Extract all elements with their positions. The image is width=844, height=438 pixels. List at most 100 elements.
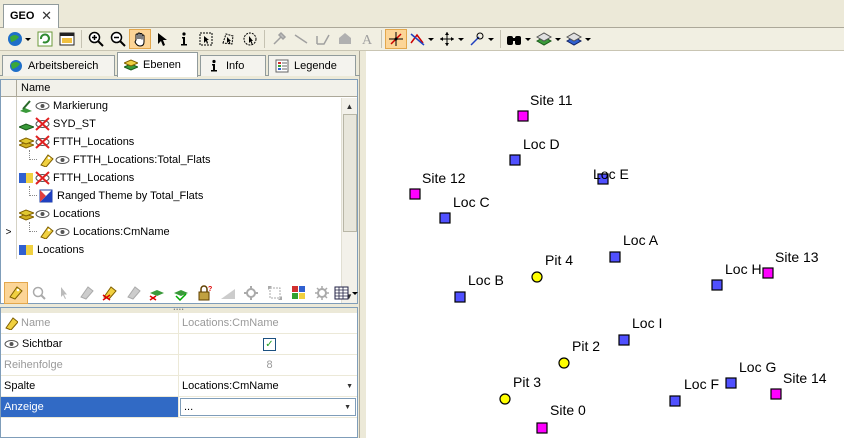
layer-list-scrollbar[interactable]: ▲ ▼ (341, 98, 357, 303)
hidden-layer-icon[interactable] (35, 171, 50, 185)
select-arrow-icon[interactable] (151, 29, 173, 49)
hidden-layer-icon[interactable] (35, 117, 50, 131)
layer-properties-icon[interactable] (564, 29, 594, 49)
node-edit-icon[interactable] (467, 29, 497, 49)
doc-tab-geo[interactable]: GEO ✕ (3, 4, 59, 28)
close-tab-icon[interactable]: ✕ (41, 8, 52, 24)
layer-row[interactable]: Locations (1, 241, 357, 259)
loc-marker[interactable] (711, 279, 723, 291)
layer-name: Locations (53, 208, 101, 220)
loc-marker[interactable] (669, 395, 681, 407)
loc-marker[interactable] (454, 291, 466, 303)
loc-marker[interactable] (725, 377, 737, 389)
visible-checkbox[interactable]: ✓ (263, 337, 276, 351)
layer-style-icon[interactable] (534, 29, 564, 49)
site-marker[interactable] (762, 267, 774, 279)
loc-marker[interactable] (509, 154, 521, 166)
pit-marker[interactable] (558, 357, 570, 369)
property-row-name[interactable]: Name Locations:CmName (1, 313, 357, 334)
table-dropdown-icon[interactable] (334, 282, 358, 304)
site-marker[interactable] (409, 188, 421, 200)
scroll-thumb[interactable] (343, 114, 357, 232)
layer-row[interactable]: Markierung (1, 97, 357, 115)
loc-marker[interactable] (439, 212, 451, 224)
eye-visible-icon[interactable] (35, 99, 50, 113)
tab-legende[interactable]: Legende (268, 55, 356, 76)
draw-point-icon[interactable] (268, 29, 290, 49)
loc-marker[interactable] (618, 334, 630, 346)
remove-selection-icon[interactable] (145, 282, 169, 304)
tab-arbeitsbereich[interactable]: Arbeitsbereich (2, 55, 115, 76)
loc-marker[interactable] (609, 251, 621, 263)
layer-row[interactable]: FTTH_Locations (1, 169, 357, 187)
doc-tab-title: GEO (10, 10, 35, 22)
globe-layers-icon[interactable] (4, 29, 34, 49)
draw-polygon-icon[interactable] (334, 29, 356, 49)
site-marker[interactable] (517, 110, 529, 122)
layer-name: Ranged Theme by Total_Flats (57, 190, 204, 202)
draw-polyline-icon[interactable] (312, 29, 334, 49)
polygon-select-icon[interactable] (217, 29, 239, 49)
column-select[interactable]: Locations:CmName ▼ (179, 376, 357, 396)
search-label-icon[interactable] (28, 282, 52, 304)
map-layer (409, 110, 782, 434)
display-select[interactable]: ... ▼ (180, 398, 356, 416)
refresh-icon[interactable] (34, 29, 56, 49)
snap-node-icon[interactable] (385, 29, 407, 49)
chart-icon[interactable] (216, 282, 240, 304)
rotate-label-icon[interactable] (75, 282, 99, 304)
settings-gear-icon[interactable] (310, 282, 334, 304)
layer-row[interactable]: FTTH_Locations (1, 133, 357, 151)
radius-select-icon[interactable] (239, 29, 261, 49)
dropdown-arrow-icon[interactable]: ▼ (344, 404, 351, 411)
property-row-spalte[interactable]: Spalte Locations:CmName ▼ (1, 376, 357, 397)
info-tool-icon[interactable] (173, 29, 195, 49)
site-marker[interactable] (770, 388, 782, 400)
pointer-icon[interactable] (51, 282, 75, 304)
site-marker[interactable] (536, 422, 548, 434)
scroll-up-icon[interactable]: ▲ (342, 98, 357, 114)
eye-visible-icon[interactable] (35, 207, 50, 221)
map-canvas[interactable]: Site 11 Loc D Loc E Site 12 Loc C Loc A Pit 4 L… (366, 51, 844, 438)
eye-visible-icon[interactable] (55, 225, 70, 239)
add-selection-icon[interactable] (169, 282, 193, 304)
map-feature-label: Loc A (623, 232, 659, 248)
column-header-name[interactable]: Name (17, 80, 50, 96)
tab-info[interactable]: Info (200, 55, 266, 76)
dropdown-arrow-icon[interactable]: ▼ (346, 383, 353, 390)
tab-ebenen[interactable]: Ebenen (117, 52, 198, 77)
resize-icon[interactable] (263, 282, 287, 304)
layer-row[interactable]: Locations (1, 205, 357, 223)
pit-marker[interactable] (499, 393, 511, 405)
property-row-reihenfolge[interactable]: Reihenfolge 8 (1, 355, 357, 376)
layout-view-icon[interactable] (56, 29, 78, 49)
pan-hand-icon[interactable] (129, 29, 151, 49)
gear-tool-icon[interactable] (240, 282, 264, 304)
layer-row[interactable]: FTTH_Locations:Total_Flats (1, 150, 357, 169)
hidden-layer-icon[interactable] (35, 135, 50, 149)
lock-icon[interactable]: ? (193, 282, 217, 304)
draw-line-icon[interactable] (290, 29, 312, 49)
label-tool-icon[interactable] (4, 282, 28, 304)
layer-row[interactable]: SYD_ST (1, 115, 357, 133)
zoom-in-icon[interactable] (85, 29, 107, 49)
property-row-anzeige[interactable]: Anzeige ... ▼ (1, 397, 357, 418)
point-layer-icon (19, 137, 34, 149)
copy-label-icon[interactable] (122, 282, 146, 304)
rectangle-select-icon[interactable] (195, 29, 217, 49)
zoom-out-icon[interactable] (107, 29, 129, 49)
layer-row[interactable]: Ranged Theme by Total_Flats (1, 186, 357, 205)
layer-row-current[interactable]: > Locations:CmName (1, 222, 357, 241)
pit-marker[interactable] (531, 271, 543, 283)
move-feature-icon[interactable] (437, 29, 467, 49)
draw-text-icon[interactable]: A (356, 29, 378, 49)
binoculars-search-icon[interactable] (504, 29, 534, 49)
eye-visible-icon[interactable] (55, 153, 70, 167)
tree-connector (29, 150, 37, 160)
route-tool-icon[interactable] (407, 29, 437, 49)
region-layer-icon (19, 123, 34, 131)
property-row-sichtbar[interactable]: Sichtbar ✓ (1, 334, 357, 355)
layer-list-header: Name (1, 80, 357, 97)
thematic-map-icon[interactable] (287, 282, 311, 304)
delete-label-icon[interactable] (98, 282, 122, 304)
